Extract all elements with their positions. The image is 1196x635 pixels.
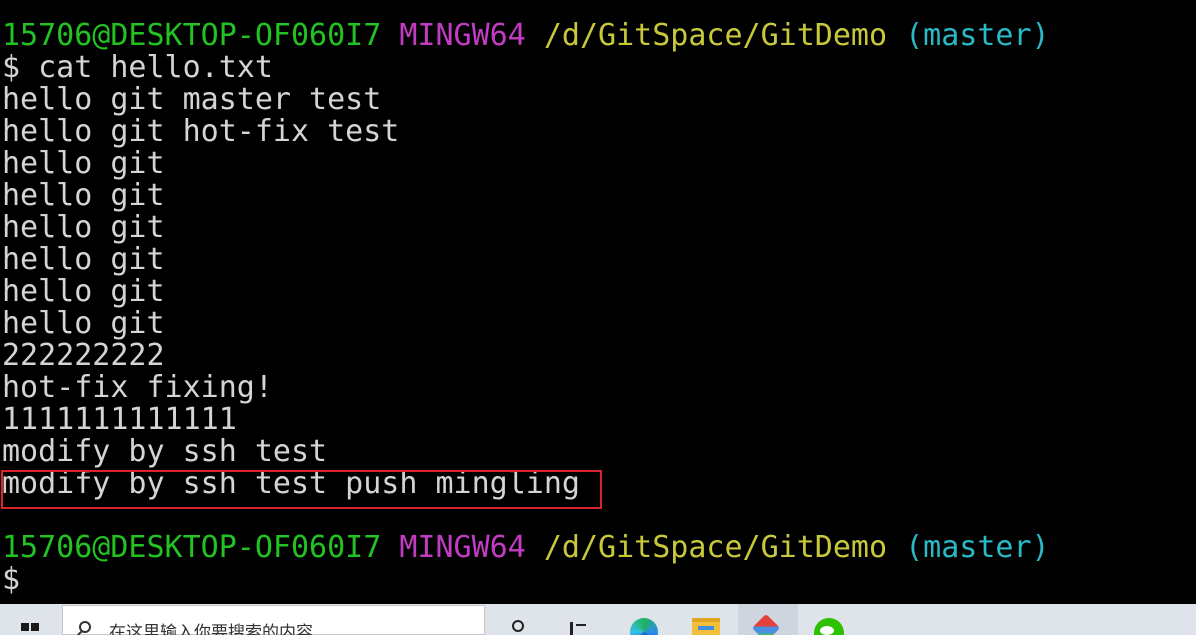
taskbar: 在这里输入你要搜索的内容 xyxy=(0,604,1196,635)
output-line: hello git xyxy=(2,146,165,181)
prompt-system: MINGW64 xyxy=(399,530,526,565)
prompt-system: MINGW64 xyxy=(399,18,526,53)
output-line: hello git hot-fix test xyxy=(2,114,400,149)
output-line: hello git xyxy=(2,210,165,245)
output-line: hello git xyxy=(2,178,165,213)
output-line: 222222222 xyxy=(2,338,165,373)
prompt-branch: (master) xyxy=(905,530,1050,565)
highlight-annotation-box xyxy=(1,470,602,509)
search-box[interactable]: 在这里输入你要搜索的内容 xyxy=(62,605,485,635)
output-line: hello git xyxy=(2,306,165,341)
search-icon xyxy=(79,621,91,633)
task-view-icon[interactable] xyxy=(510,612,530,635)
prompt-user-host: 15706@DESKTOP-OF060I7 xyxy=(2,530,382,565)
output-line: hello git xyxy=(2,274,165,309)
output-line: 1111111111111 xyxy=(2,402,237,437)
terminal-window[interactable]: 15706@DESKTOP-OF060I7 MINGW64 /d/GitSpac… xyxy=(0,0,1196,604)
edge-browser-icon[interactable] xyxy=(628,612,658,635)
git-app-icon[interactable] xyxy=(752,612,782,635)
prompt-path: /d/GitSpace/GitDemo xyxy=(543,18,888,53)
widgets-icon[interactable] xyxy=(568,612,590,635)
output-line: modify by ssh test xyxy=(2,434,328,469)
prompt-line: 15706@DESKTOP-OF060I7 MINGW64 /d/GitSpac… xyxy=(2,20,1050,52)
file-explorer-icon[interactable] xyxy=(692,612,720,635)
wechat-icon[interactable] xyxy=(812,612,844,635)
output-line: hello git master test xyxy=(2,82,382,117)
prompt-branch: (master) xyxy=(905,18,1050,53)
prompt-user-host: 15706@DESKTOP-OF060I7 xyxy=(2,18,382,53)
search-input[interactable]: 在这里输入你要搜索的内容 xyxy=(109,618,313,635)
prompt-line: 15706@DESKTOP-OF060I7 MINGW64 /d/GitSpac… xyxy=(2,532,1050,564)
start-button[interactable] xyxy=(0,604,60,635)
output-line: hello git xyxy=(2,242,165,277)
prompt-path: /d/GitSpace/GitDemo xyxy=(543,530,888,565)
output-line: hot-fix fixing! xyxy=(2,370,273,405)
command-line: $ cat hello.txt xyxy=(2,50,273,85)
cursor-prompt[interactable]: $ xyxy=(2,564,20,596)
